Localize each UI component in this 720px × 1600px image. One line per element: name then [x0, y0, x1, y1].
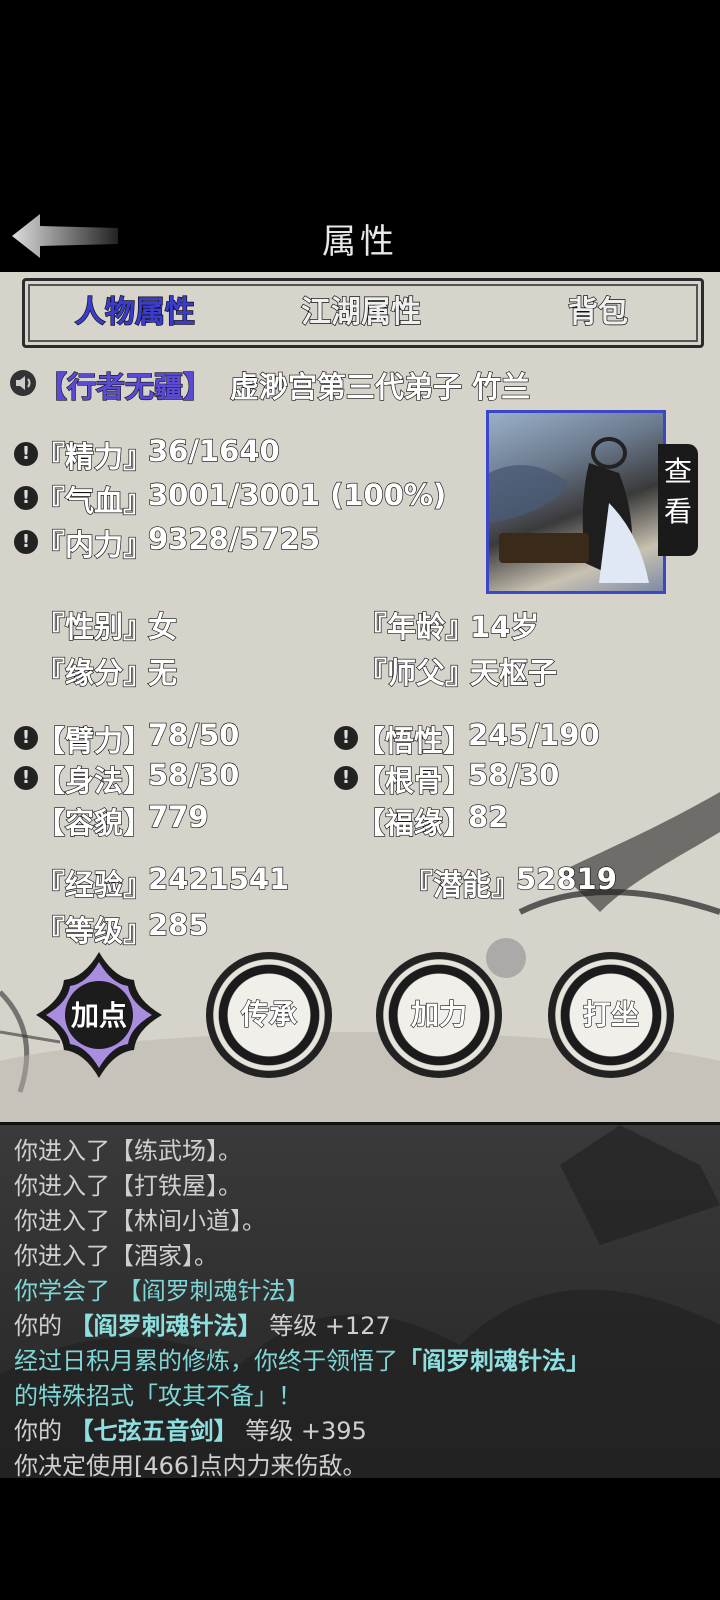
health-label: 『气血』 [35, 483, 153, 518]
strength-button[interactable]: 加力 [376, 952, 502, 1078]
fate-label: 『缘分』 [35, 655, 153, 690]
tab-jianghu-attributes[interactable]: 江湖属性 [261, 281, 461, 345]
log-line: 经过日积月累的修炼，你终于领悟了「阎罗刺魂针法」 [14, 1347, 590, 1375]
stamina-label: 『精力』 [35, 439, 153, 474]
age-label: 『年龄』 [357, 609, 475, 644]
log-line: 你进入了【练武场】。 [14, 1137, 242, 1165]
master-label: 『师父』 [357, 655, 475, 690]
add-points-label: 加点 [70, 998, 127, 1032]
tab-bar: 人物属性 江湖属性 背包 [22, 278, 704, 348]
page-title: 属性 [322, 222, 398, 262]
log-line: 你进入了【打铁屋】。 [14, 1172, 242, 1200]
bone-label: 【根骨】 [355, 763, 473, 798]
looks-label: 【容貌】 [35, 805, 153, 840]
add-points-button[interactable]: 加点 [34, 950, 164, 1080]
title-badge[interactable]: 【行者无疆】 [37, 364, 212, 406]
master-value: 天枢子 [469, 655, 558, 690]
bone-value: 58/30 [467, 757, 560, 792]
tab-backpack[interactable]: 背包 [513, 281, 683, 345]
agility-label: 【身法】 [35, 763, 153, 798]
exp-label: 『经验』 [35, 867, 153, 902]
inherit-label: 传承 [240, 997, 297, 1031]
tab-character-attributes[interactable]: 人物属性 [35, 281, 235, 345]
exclamation-icon[interactable]: ! [14, 442, 38, 466]
bottom-bar [0, 1478, 720, 1600]
view-button[interactable]: 查看 [658, 444, 698, 556]
potential-value: 52819 [515, 861, 617, 896]
arm-label: 【臂力】 [35, 723, 153, 758]
log-line: 你决定使用[466]点内力来伤敌。 [14, 1452, 367, 1480]
internal-power-value: 9328/5725 [147, 521, 321, 556]
exclamation-icon[interactable]: ! [14, 486, 38, 510]
message-log[interactable]: 你进入了【练武场】。 你进入了【打铁屋】。 你进入了【林间小道】。 你进入了【酒… [0, 1122, 720, 1480]
level-value: 285 [147, 907, 209, 942]
luck-value: 82 [467, 799, 509, 834]
looks-value: 779 [147, 799, 209, 834]
exclamation-icon[interactable]: ! [334, 766, 358, 790]
gender-value: 女 [147, 609, 178, 644]
exclamation-icon[interactable]: ! [14, 766, 38, 790]
level-label: 『等级』 [35, 913, 153, 948]
wisdom-value: 245/190 [467, 717, 600, 752]
arm-value: 78/50 [147, 717, 240, 752]
wisdom-label: 【悟性】 [355, 723, 473, 758]
internal-power-label: 『内力』 [35, 527, 153, 562]
log-line: 你的 【阎罗刺魂针法】 等级 +127 [14, 1312, 391, 1340]
exclamation-icon[interactable]: ! [14, 726, 38, 750]
inherit-button[interactable]: 传承 [206, 952, 332, 1078]
meditate-label: 打坐 [582, 997, 639, 1031]
meditate-button[interactable]: 打坐 [548, 952, 674, 1078]
exclamation-icon[interactable]: ! [334, 726, 358, 750]
exp-value: 2421541 [147, 861, 290, 896]
log-line: 你进入了【林间小道】。 [14, 1207, 266, 1235]
stamina-value: 36/1640 [147, 433, 280, 468]
gender-label: 『性别』 [35, 609, 153, 644]
log-line: 的特殊招式「攻其不备」！ [14, 1382, 302, 1410]
exclamation-icon[interactable]: ! [14, 530, 38, 554]
sound-icon[interactable] [10, 370, 36, 396]
fate-value: 无 [147, 655, 178, 690]
character-portrait [486, 410, 666, 594]
health-value: 3001/3001 (100%) [147, 477, 447, 512]
agility-value: 58/30 [147, 757, 240, 792]
strength-label: 加力 [410, 997, 467, 1031]
log-line: 你的 【七弦五音剑】 等级 +395 [14, 1417, 367, 1445]
age-value: 14岁 [469, 609, 540, 644]
log-line: 你进入了【酒家】。 [14, 1242, 218, 1270]
luck-label: 【福缘】 [355, 805, 473, 840]
character-description: 虚渺宫第三代弟子 竹兰 [229, 369, 531, 404]
log-line: 你学会了 【阎罗刺魂针法】 [14, 1277, 310, 1305]
potential-label: 『潜能』 [403, 867, 521, 902]
